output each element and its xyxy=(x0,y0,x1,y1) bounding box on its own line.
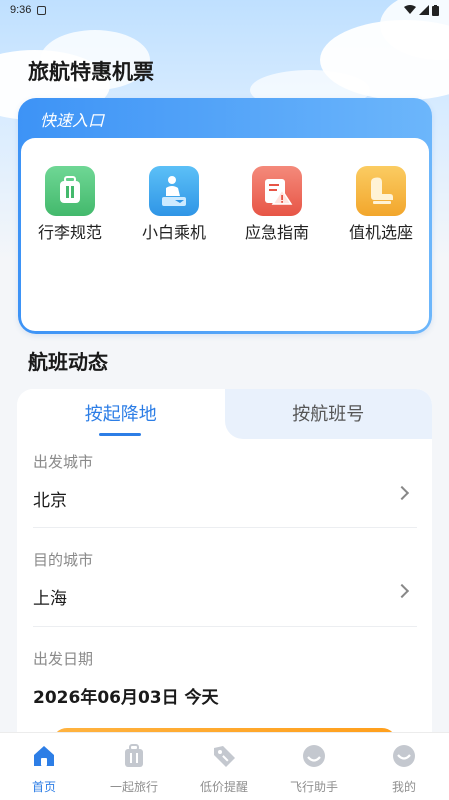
nav-travel-together[interactable]: 一起旅行 xyxy=(104,743,164,795)
nav-label: 一起旅行 xyxy=(109,780,158,794)
nav-label: 飞行助手 xyxy=(289,780,338,794)
tab-by-route[interactable]: 按起降地 xyxy=(17,389,225,439)
luggage-icon xyxy=(45,166,95,216)
page-title: 旅航特惠机票 xyxy=(28,60,154,84)
price-tag-icon xyxy=(211,743,237,769)
quick-entry-title: 快速入口 xyxy=(40,111,105,130)
quick-item-beginner-boarding[interactable]: 小白乘机 xyxy=(129,166,219,243)
nav-profile[interactable]: 我的 xyxy=(374,743,434,795)
departure-city-label: 出发城市 xyxy=(33,453,94,471)
signal-icon xyxy=(419,5,429,15)
smile-icon xyxy=(301,743,327,769)
wifi-icon xyxy=(404,5,416,14)
flight-search-card: 按起降地 按航班号 出发城市 北京 目的城市 上海 出发日期 2026年06月0… xyxy=(17,389,432,749)
quick-item-label: 值机选座 xyxy=(348,223,413,242)
flight-search-tabs: 按起降地 按航班号 xyxy=(17,389,432,439)
passenger-icon xyxy=(149,166,199,216)
flight-status-title: 航班动态 xyxy=(28,350,108,374)
seat-icon xyxy=(356,166,406,216)
quick-item-luggage[interactable]: 行李规范 xyxy=(25,166,115,243)
nav-price-alert[interactable]: 低价提醒 xyxy=(194,743,254,795)
departure-date-field[interactable]: 出发日期 2026年06月03日 今天 xyxy=(33,648,417,708)
nav-label: 我的 xyxy=(391,780,416,794)
nav-label: 首页 xyxy=(31,780,56,794)
notification-icon xyxy=(37,5,47,15)
status-time: 9:36 xyxy=(10,4,32,16)
tab-by-flight-number[interactable]: 按航班号 xyxy=(224,389,432,439)
departure-city-value: 北京 xyxy=(33,491,67,511)
destination-city-label: 目的城市 xyxy=(33,551,94,569)
destination-city-field[interactable]: 目的城市 上海 xyxy=(33,549,417,609)
suitcase-icon xyxy=(121,743,147,769)
active-tab-indicator xyxy=(99,433,141,436)
quick-item-label: 小白乘机 xyxy=(141,223,206,242)
home-icon xyxy=(31,743,57,769)
status-bar: 9:36 xyxy=(0,0,449,20)
divider xyxy=(33,626,417,627)
departure-date-label: 出发日期 xyxy=(33,650,94,668)
emergency-guide-icon xyxy=(252,166,302,216)
quick-item-check-in-seat[interactable]: 值机选座 xyxy=(336,166,426,243)
nav-label: 低价提醒 xyxy=(199,780,248,794)
nav-home[interactable]: 首页 xyxy=(14,743,74,795)
quick-entry-card: 快速入口 行李规范 小白乘机 应急指南 值机选座 xyxy=(18,98,432,334)
quick-item-emergency-guide[interactable]: 应急指南 xyxy=(232,166,322,243)
quick-entry-body: 行李规范 小白乘机 应急指南 值机选座 xyxy=(21,138,429,331)
bottom-nav: 首页 一起旅行 低价提醒 飞行助手 我的 xyxy=(0,732,449,800)
departure-city-field[interactable]: 出发城市 北京 xyxy=(33,451,417,511)
departure-date-value: 2026年06月03日 今天 xyxy=(33,688,219,708)
profile-icon xyxy=(391,743,417,769)
destination-city-value: 上海 xyxy=(33,589,67,609)
quick-item-label: 行李规范 xyxy=(37,223,102,242)
quick-item-label: 应急指南 xyxy=(244,223,309,242)
divider xyxy=(33,527,417,528)
battery-icon xyxy=(432,4,439,16)
nav-flight-assistant[interactable]: 飞行助手 xyxy=(284,743,344,795)
